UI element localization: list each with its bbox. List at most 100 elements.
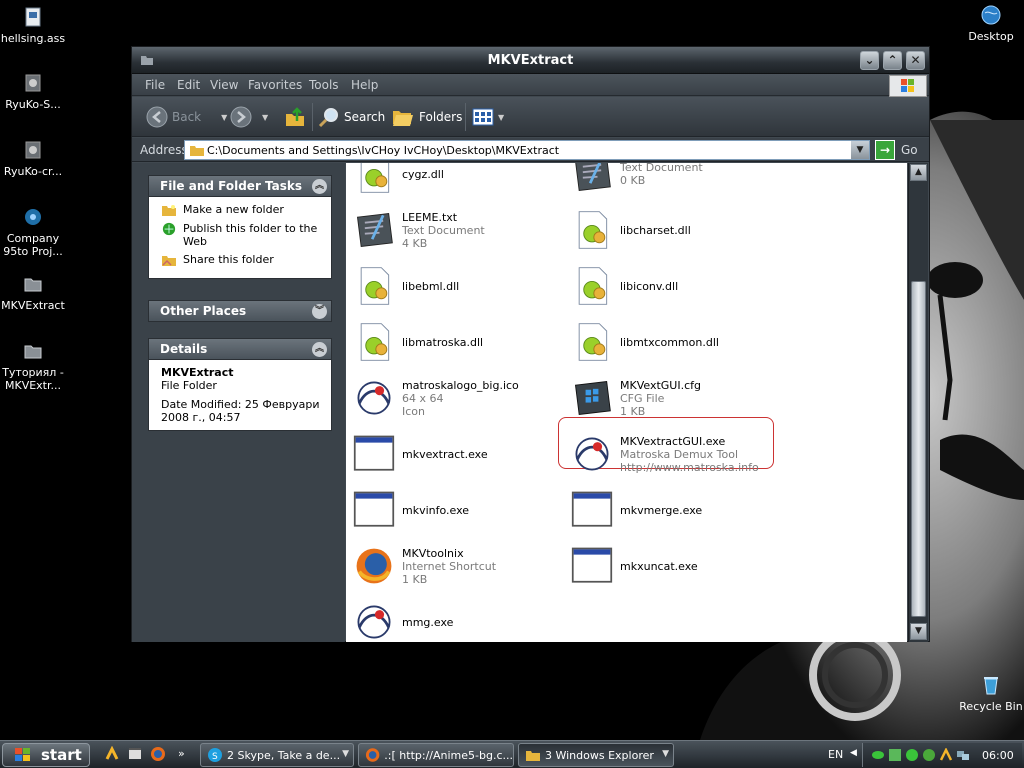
scroll-up-button[interactable]: ▲ bbox=[910, 164, 927, 181]
dll-icon bbox=[568, 206, 616, 254]
views-dropdown-icon[interactable]: ▼ bbox=[498, 113, 504, 122]
search-button[interactable]: Search bbox=[318, 104, 385, 130]
file-name: libmtxcommon.dll bbox=[620, 335, 719, 349]
file-item[interactable]: mkxuncat.exe bbox=[568, 541, 778, 591]
file-item[interactable]: libebml.dll bbox=[350, 261, 560, 311]
file-name: MKVtoolnix bbox=[402, 546, 464, 560]
taskbar-item-firefox[interactable]: .:[ http://Anime5-bg.c... bbox=[358, 743, 514, 767]
new-folder-icon bbox=[162, 205, 176, 216]
language-indicator[interactable]: EN bbox=[828, 748, 843, 761]
forward-button[interactable]: ▼ bbox=[230, 104, 268, 130]
file-name: matroskalogo_big.ico bbox=[402, 378, 519, 392]
desktop-icon-mkvextract[interactable]: MKVExtract bbox=[0, 273, 66, 312]
tray-check-icon[interactable] bbox=[888, 748, 902, 762]
scroll-thumb[interactable] bbox=[911, 281, 926, 617]
views-button[interactable]: ▼ bbox=[472, 104, 504, 130]
file-item[interactable]: LEEME.txt Text Document 4 KB bbox=[350, 205, 560, 255]
address-input[interactable]: C:\Documents and Settings\IvCHoy IvCHoy\… bbox=[184, 140, 870, 160]
desktop-icon-ryuko-s[interactable]: RyuKo-S... bbox=[0, 72, 66, 111]
file-item[interactable]: mkvmerge.exe bbox=[568, 485, 778, 535]
file-name: libiconv.dll bbox=[620, 279, 679, 293]
menu-edit[interactable]: Edit bbox=[177, 78, 200, 92]
file-item[interactable]: mmg.exe bbox=[350, 597, 560, 642]
back-button[interactable]: Back ▼ bbox=[146, 104, 227, 130]
panel-header[interactable]: Details ︽ bbox=[148, 338, 332, 360]
firefox-icon bbox=[365, 748, 380, 762]
address-dropdown-icon[interactable]: ▼ bbox=[851, 141, 869, 159]
file-list-view[interactable]: cygz.dll Text Document 0 KB LEEME.txt Text D… bbox=[346, 163, 907, 642]
matroska-icon bbox=[350, 598, 398, 642]
up-folder-button[interactable] bbox=[284, 104, 306, 130]
details-name: MKVExtract bbox=[161, 366, 234, 379]
close-button[interactable]: ✕ bbox=[906, 51, 925, 70]
taskbar-item-label: 2 Skype, Take a de... bbox=[227, 748, 341, 762]
collapse-chevron-icon[interactable]: ︽ bbox=[312, 342, 327, 357]
quicklaunch-winamp-icon[interactable] bbox=[104, 746, 120, 762]
minimize-button[interactable]: ⌄ bbox=[860, 51, 879, 70]
panel-header[interactable]: File and Folder Tasks ︽ bbox=[148, 175, 332, 197]
desktop-icon-company-project[interactable]: Company 95to Proj... bbox=[0, 206, 66, 258]
quicklaunch-firefox-icon[interactable] bbox=[150, 746, 166, 762]
desktop-icon-ryuko-cr[interactable]: RyuKo-cr... bbox=[0, 139, 66, 178]
text-document-icon bbox=[568, 163, 616, 198]
file-item[interactable]: Text Document 0 KB bbox=[568, 163, 778, 199]
file-item[interactable]: matroskalogo_big.ico 64 x 64 Icon bbox=[350, 373, 560, 423]
tray-utorrent-icon[interactable] bbox=[922, 748, 936, 762]
taskbar-item-label: 3 Windows Explorer bbox=[545, 748, 654, 762]
forward-dropdown-icon[interactable]: ▼ bbox=[262, 113, 268, 122]
title-bar[interactable]: MKVExtract ⌄ ⌃ ✕ bbox=[132, 47, 929, 74]
matroska-icon bbox=[568, 430, 616, 478]
file-item[interactable]: mkvinfo.exe bbox=[350, 485, 560, 535]
file-name: mmg.exe bbox=[402, 615, 454, 629]
desktop-icon-recycle-bin[interactable]: Recycle Bin bbox=[958, 674, 1024, 713]
desktop-icon-tutorial[interactable]: Туториял - MKVExtr... bbox=[0, 340, 66, 392]
tray-expand-icon[interactable]: ◀ bbox=[850, 748, 857, 758]
scroll-down-button[interactable]: ▼ bbox=[910, 623, 927, 640]
tray-winamp-icon[interactable] bbox=[939, 748, 953, 762]
file-item[interactable]: libmatroska.dll bbox=[350, 317, 560, 367]
search-label: Search bbox=[344, 110, 386, 124]
file-sub2-text: 4 KB bbox=[402, 236, 428, 250]
file-sub2-text: 0 KB bbox=[620, 174, 646, 187]
folders-button[interactable]: Folders bbox=[391, 104, 462, 130]
file-item[interactable]: mkvextract.exe bbox=[350, 429, 560, 479]
file-item[interactable]: libcharset.dll bbox=[568, 205, 778, 255]
tray-eye-icon[interactable] bbox=[871, 748, 885, 762]
taskbar-item-skype[interactable]: S 2 Skype, Take a de... ▼ bbox=[200, 743, 354, 767]
file-item[interactable]: MKVextractGUI.exe Matroska Demux Tool http… bbox=[568, 429, 778, 479]
folder-icon bbox=[190, 146, 204, 156]
menu-help[interactable]: Help bbox=[351, 78, 378, 92]
explorer-window[interactable]: MKVExtract ⌄ ⌃ ✕ File Edit View Favorite… bbox=[131, 46, 930, 642]
task-share-folder[interactable]: Share this folder bbox=[161, 253, 325, 267]
exe-window-icon bbox=[350, 486, 398, 534]
file-name: libcharset.dll bbox=[620, 223, 691, 237]
menu-file[interactable]: File bbox=[145, 78, 165, 92]
desktop-icon-desktop[interactable]: Desktop bbox=[958, 4, 1024, 43]
panel-header[interactable]: Other Places ︾ bbox=[148, 300, 332, 322]
desktop-icon-hellsing[interactable]: hellsing.ass bbox=[0, 6, 66, 45]
file-sub1-text: 64 x 64 bbox=[402, 391, 444, 405]
quicklaunch-media-icon[interactable] bbox=[127, 746, 143, 762]
task-publish-folder[interactable]: Publish this folder to the Web bbox=[161, 222, 325, 248]
file-item[interactable]: MKVextGUI.cfg CFG File 1 KB bbox=[568, 373, 778, 423]
menu-tools[interactable]: Tools bbox=[309, 78, 339, 92]
tray-network-icon[interactable] bbox=[956, 748, 970, 762]
tray-skype-icon[interactable] bbox=[905, 748, 919, 762]
file-item[interactable]: MKVtoolnix Internet Shortcut 1 KB bbox=[350, 541, 560, 591]
file-text: LEEME.txt Text Document 4 KB bbox=[402, 211, 485, 250]
task-make-new-folder[interactable]: Make a new folder bbox=[161, 203, 325, 217]
file-item[interactable]: libmtxcommon.dll bbox=[568, 317, 778, 367]
start-button[interactable]: start bbox=[2, 743, 90, 767]
file-item[interactable]: libiconv.dll bbox=[568, 261, 778, 311]
expand-chevron-icon[interactable]: ︾ bbox=[312, 304, 327, 319]
maximize-button[interactable]: ⌃ bbox=[883, 51, 902, 70]
go-button[interactable]: → Go bbox=[875, 140, 918, 160]
file-item[interactable]: cygz.dll bbox=[350, 163, 560, 199]
taskbar-item-explorer[interactable]: 3 Windows Explorer ▼ bbox=[518, 743, 674, 767]
menu-view[interactable]: View bbox=[210, 78, 238, 92]
collapse-chevron-icon[interactable]: ︽ bbox=[312, 179, 327, 194]
quicklaunch-more-icon[interactable]: » bbox=[178, 747, 185, 760]
menu-favorites[interactable]: Favorites bbox=[248, 78, 302, 92]
vertical-scrollbar[interactable]: ▲ ▼ bbox=[908, 163, 928, 642]
back-dropdown-icon[interactable]: ▼ bbox=[221, 113, 227, 122]
